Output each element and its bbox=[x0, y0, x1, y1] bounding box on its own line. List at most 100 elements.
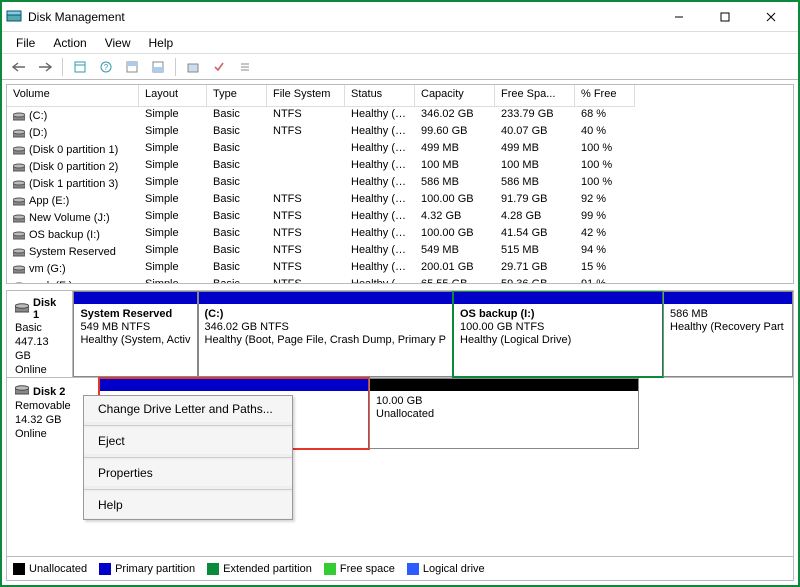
cell-pct: 68 % bbox=[575, 107, 635, 124]
cell-status: Healthy (P... bbox=[345, 260, 415, 277]
table-row[interactable]: System ReservedSimpleBasicNTFSHealthy (S… bbox=[7, 243, 793, 260]
partition-status: Healthy (Logical Drive) bbox=[460, 334, 656, 347]
col-capacity[interactable]: Capacity bbox=[415, 85, 495, 107]
volume-name: OS backup (I:) bbox=[29, 229, 100, 241]
refresh-icon[interactable] bbox=[69, 56, 91, 78]
cell-layout: Simple bbox=[139, 226, 207, 243]
cell-pct: 91 % bbox=[575, 277, 635, 283]
col-status[interactable]: Status bbox=[345, 85, 415, 107]
app-icon bbox=[6, 9, 22, 25]
partition[interactable]: 10.00 GBUnallocated bbox=[369, 378, 639, 449]
table-row[interactable]: (D:)SimpleBasicNTFSHealthy (B...99.60 GB… bbox=[7, 124, 793, 141]
cell-fs: NTFS bbox=[267, 209, 345, 226]
view1-icon[interactable] bbox=[121, 56, 143, 78]
cell-layout: Simple bbox=[139, 243, 207, 260]
partition-body: OS backup (I:)100.00 GB NTFSHealthy (Log… bbox=[454, 304, 662, 376]
table-row[interactable]: (Disk 1 partition 3)SimpleBasicHealthy (… bbox=[7, 175, 793, 192]
col-free[interactable]: Free Spa... bbox=[495, 85, 575, 107]
cell-fs bbox=[267, 141, 345, 158]
list-icon[interactable] bbox=[234, 56, 256, 78]
col-layout[interactable]: Layout bbox=[139, 85, 207, 107]
col-pct[interactable]: % Free bbox=[575, 85, 635, 107]
cell-layout: Simple bbox=[139, 175, 207, 192]
cell-capacity: 100.00 GB bbox=[415, 192, 495, 209]
ctx-help[interactable]: Help bbox=[84, 492, 292, 519]
window-title: Disk Management bbox=[28, 10, 656, 24]
legend-primary: Primary partition bbox=[99, 563, 195, 575]
partition[interactable]: OS backup (I:)100.00 GB NTFSHealthy (Log… bbox=[453, 291, 663, 377]
cell-type: Basic bbox=[207, 175, 267, 192]
partition[interactable]: (C:)346.02 GB NTFSHealthy (Boot, Page Fi… bbox=[198, 291, 453, 377]
close-button[interactable] bbox=[748, 3, 794, 31]
partition-body: (C:)346.02 GB NTFSHealthy (Boot, Page Fi… bbox=[199, 304, 452, 376]
partition-size: 549 MB NTFS bbox=[80, 321, 190, 334]
cell-type: Basic bbox=[207, 260, 267, 277]
minimize-button[interactable] bbox=[656, 3, 702, 31]
drive-icon bbox=[13, 111, 25, 121]
maximize-button[interactable] bbox=[702, 3, 748, 31]
disk-size: 14.32 GB bbox=[15, 413, 90, 427]
partition-status: Unallocated bbox=[376, 408, 632, 421]
cell-type: Basic bbox=[207, 226, 267, 243]
help-icon[interactable]: ? bbox=[95, 56, 117, 78]
cell-capacity: 346.02 GB bbox=[415, 107, 495, 124]
drive-icon bbox=[13, 196, 25, 206]
menu-help[interactable]: Help bbox=[141, 34, 182, 52]
table-row[interactable]: (Disk 0 partition 2)SimpleBasicHealthy (… bbox=[7, 158, 793, 175]
cell-status: Healthy (L... bbox=[345, 226, 415, 243]
cell-capacity: 586 MB bbox=[415, 175, 495, 192]
cell-type: Basic bbox=[207, 141, 267, 158]
menu-view[interactable]: View bbox=[97, 34, 139, 52]
column-headers: Volume Layout Type File System Status Ca… bbox=[7, 85, 793, 107]
cell-layout: Simple bbox=[139, 158, 207, 175]
menu-action[interactable]: Action bbox=[45, 34, 94, 52]
context-menu: Change Drive Letter and Paths... Eject P… bbox=[83, 395, 293, 520]
col-fs[interactable]: File System bbox=[267, 85, 345, 107]
volume-name: vm (G:) bbox=[29, 263, 66, 275]
apply-icon[interactable] bbox=[208, 56, 230, 78]
toolbar-divider bbox=[62, 58, 63, 76]
disk-size: 447.13 GB bbox=[15, 335, 64, 363]
menu-file[interactable]: File bbox=[8, 34, 43, 52]
cell-fs: NTFS bbox=[267, 124, 345, 141]
table-row[interactable]: (C:)SimpleBasicNTFSHealthy (B...346.02 G… bbox=[7, 107, 793, 124]
table-row[interactable]: (Disk 0 partition 1)SimpleBasicHealthy (… bbox=[7, 141, 793, 158]
partition-body: 586 MBHealthy (Recovery Part bbox=[664, 304, 792, 376]
cell-fs: NTFS bbox=[267, 260, 345, 277]
cell-free: 29.71 GB bbox=[495, 260, 575, 277]
legend-logical: Logical drive bbox=[407, 563, 485, 575]
partition-size: 586 MB bbox=[670, 308, 786, 321]
cell-free: 59.36 GB bbox=[495, 277, 575, 283]
disk-label: Disk 1Basic447.13 GBOnline bbox=[7, 291, 73, 377]
ctx-change-drive-letter[interactable]: Change Drive Letter and Paths... bbox=[84, 396, 292, 423]
table-row[interactable]: New Volume (J:)SimpleBasicNTFSHealthy (P… bbox=[7, 209, 793, 226]
forward-button[interactable] bbox=[34, 56, 56, 78]
back-button[interactable] bbox=[8, 56, 30, 78]
disk-name: Disk 1 bbox=[33, 297, 64, 321]
table-row[interactable]: App (E:)SimpleBasicNTFSHealthy (P...100.… bbox=[7, 192, 793, 209]
partition-stripe bbox=[199, 292, 452, 304]
partition-body: 10.00 GBUnallocated bbox=[370, 391, 638, 448]
col-volume[interactable]: Volume bbox=[7, 85, 139, 107]
ctx-eject[interactable]: Eject bbox=[84, 428, 292, 455]
settings-icon[interactable] bbox=[182, 56, 204, 78]
cell-free: 41.54 GB bbox=[495, 226, 575, 243]
partition[interactable]: 586 MBHealthy (Recovery Part bbox=[663, 291, 793, 377]
cell-fs: NTFS bbox=[267, 243, 345, 260]
cell-free: 499 MB bbox=[495, 141, 575, 158]
table-row[interactable]: vm (G:)SimpleBasicNTFSHealthy (P...200.0… bbox=[7, 260, 793, 277]
table-row[interactable]: work (F:)SimpleBasicNTFSHealthy (P...65.… bbox=[7, 277, 793, 283]
cell-type: Basic bbox=[207, 158, 267, 175]
cell-status: Healthy (S... bbox=[345, 243, 415, 260]
col-type[interactable]: Type bbox=[207, 85, 267, 107]
partition[interactable]: System Reserved549 MB NTFSHealthy (Syste… bbox=[73, 291, 197, 377]
ctx-properties[interactable]: Properties bbox=[84, 460, 292, 487]
cell-status: Healthy (B... bbox=[345, 124, 415, 141]
table-row[interactable]: OS backup (I:)SimpleBasicNTFSHealthy (L.… bbox=[7, 226, 793, 243]
cell-pct: 15 % bbox=[575, 260, 635, 277]
partition-stripe bbox=[664, 292, 792, 304]
drive-icon bbox=[13, 213, 25, 223]
cell-free: 586 MB bbox=[495, 175, 575, 192]
disk-status: Online bbox=[15, 427, 90, 441]
view2-icon[interactable] bbox=[147, 56, 169, 78]
